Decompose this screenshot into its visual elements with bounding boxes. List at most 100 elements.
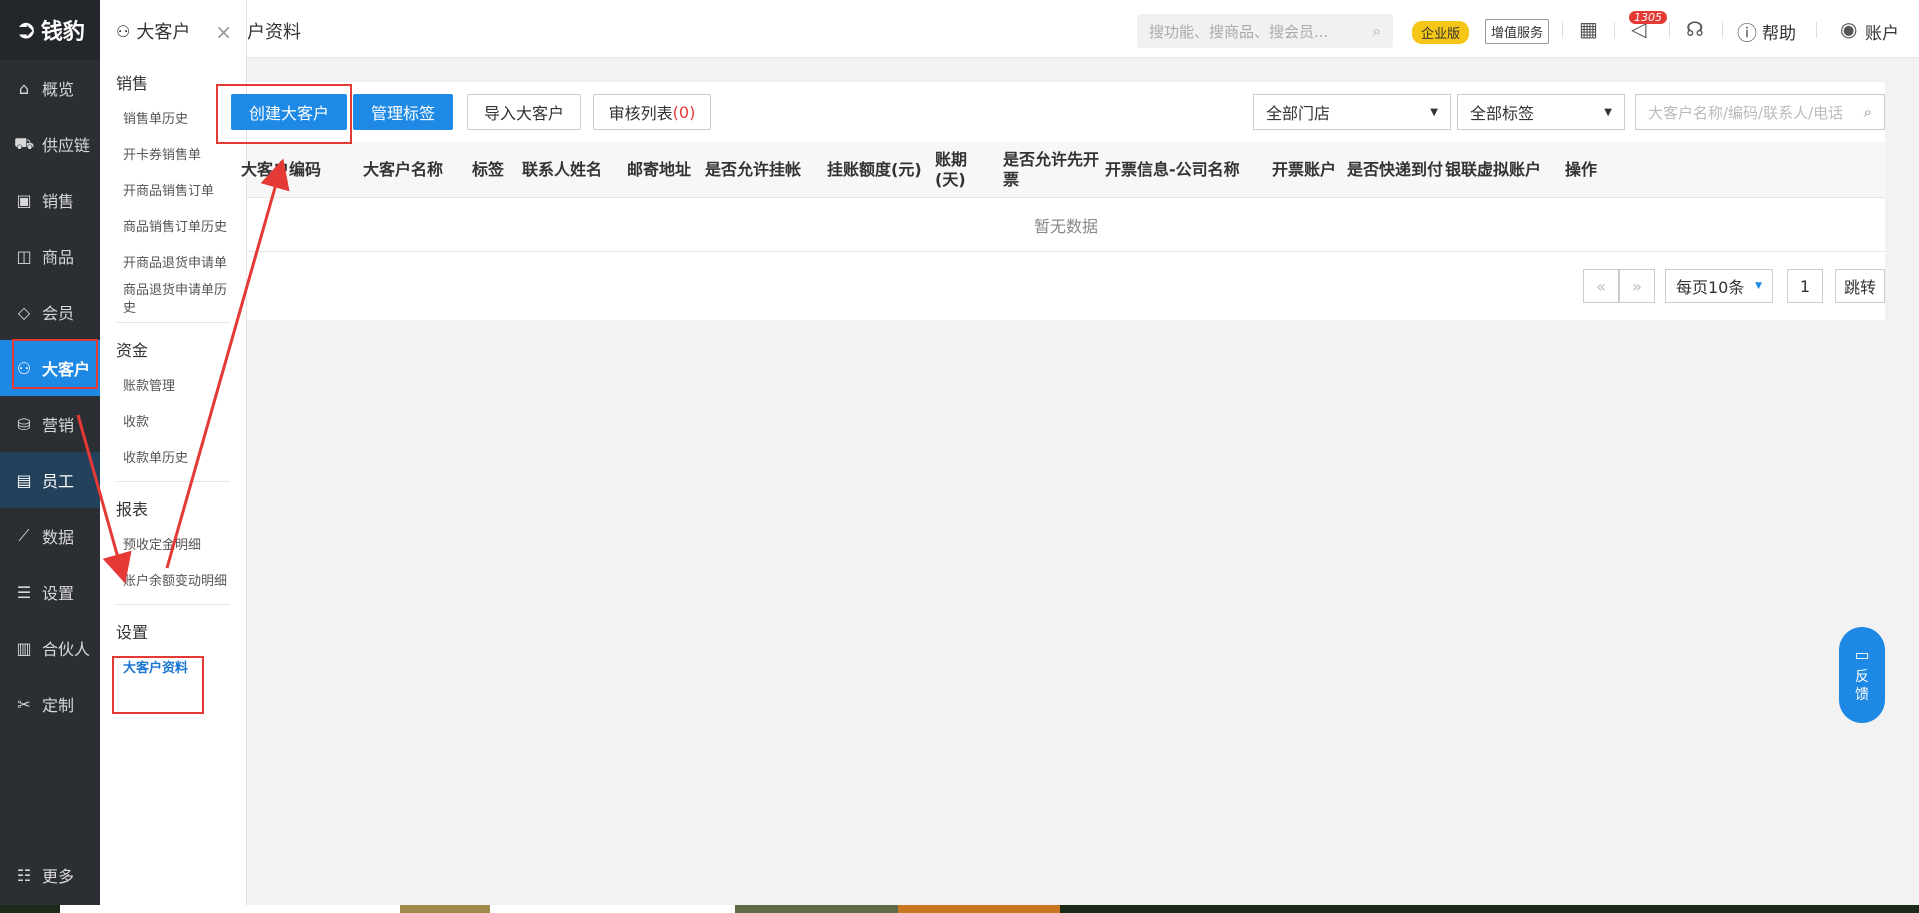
edition-badge[interactable]: 企业版 [1412, 21, 1470, 44]
sidebar-item-4[interactable]: ◇ 会员 [0, 284, 100, 340]
sub-section-title: 销售 [116, 74, 149, 93]
pager-prev[interactable]: « [1583, 269, 1619, 303]
sidebar-item-label: 销售 [42, 192, 75, 211]
divider [1816, 22, 1817, 38]
sidebar-item-8[interactable]: ⟋ 数据 [0, 508, 100, 564]
search-icon[interactable]: ⌕ [1864, 103, 1872, 121]
sidebar-item-label: 设置 [42, 584, 75, 603]
global-search-placeholder: 搜功能、搜商品、搜会员... [1149, 22, 1329, 41]
column-header: 是否允许先开票 [1003, 150, 1100, 189]
sidebar-item-9[interactable]: ☰ 设置 [0, 564, 100, 620]
column-header: 是否快递到付 [1347, 160, 1444, 179]
sidebar-item-label: 商品 [42, 248, 75, 267]
column-header: 开票账户 [1272, 160, 1337, 179]
column-header: 是否允许挂帐 [705, 160, 802, 179]
feedback-button[interactable]: ▭ 反 馈 [1839, 627, 1885, 723]
column-header: 操作 [1565, 160, 1598, 179]
tag-select-value: 全部标签 [1470, 104, 1535, 123]
sub-link[interactable]: 收款单历史 [100, 441, 246, 477]
divider [1722, 22, 1723, 38]
sub-link[interactable]: 大客户资料 [100, 651, 246, 687]
close-icon[interactable]: × [215, 20, 232, 44]
search-icon[interactable]: ⌕ [1373, 22, 1381, 40]
help-link[interactable]: 帮助 [1762, 19, 1796, 44]
divider [1614, 22, 1615, 38]
column-header: 挂账额度(元) [827, 160, 922, 179]
sidebar-item-label: 大客户 [42, 360, 91, 379]
more-icon: ☷ [16, 865, 32, 885]
sidebar-item-3[interactable]: ◫ 商品 [0, 228, 100, 284]
content-card: 创建大客户 管理标签 导入大客户 审核列表 (0) 全部门店 ▼ 全部标签 ▼ 大… [231, 82, 1885, 320]
sidebar-item-label: 会员 [42, 304, 75, 323]
tag-select[interactable]: 全部标签 ▼ [1457, 94, 1625, 130]
truck-icon: ⛟ [14, 133, 35, 153]
sub-panel: ⚇ 大客户 × 销售销售单历史 开卡券销售单 开商品销售订单 商品销售订单历史 开商品退… [100, 0, 247, 905]
feedback-label-2: 馈 [1855, 687, 1869, 703]
review-list-button[interactable]: 审核列表 (0) [593, 94, 711, 130]
box-icon: ◫ [16, 246, 32, 266]
sub-link[interactable]: 销售单历史 [100, 102, 246, 138]
sub-link[interactable]: 账户余额变动明细 [100, 564, 246, 600]
chevron-down-icon: ▼ [1755, 281, 1762, 291]
sub-link[interactable]: 开商品退货申请单 [100, 246, 246, 282]
sidebar-item-11[interactable]: ✂ 定制 [0, 676, 100, 732]
column-header: 账期(天) [935, 150, 968, 189]
sub-section-title: 设置 [116, 623, 149, 642]
taskbar-segment [490, 905, 735, 913]
import-customer-button[interactable]: 导入大客户 [467, 94, 581, 130]
sidebar-item-10[interactable]: ▥ 合伙人 [0, 620, 100, 676]
sidebar-item-label: 员工 [42, 472, 75, 491]
handshake-icon: ⚇ [16, 358, 32, 378]
chat-icon: ▭ [1854, 645, 1870, 664]
taskbar-segment [400, 905, 490, 913]
sidebar-item-6[interactable]: ⛁ 营销 [0, 396, 100, 452]
app-logo[interactable]: ➲ 钱豹 [0, 0, 100, 60]
sub-link[interactable]: 开商品销售订单 [100, 174, 246, 210]
sidebar-item-label: 营销 [42, 416, 75, 435]
jump-button[interactable]: 跳转 [1835, 269, 1885, 303]
customer-search-input[interactable]: 大客户名称/编码/联系人/电话 ⌕ [1635, 94, 1885, 130]
logo-text: 钱豹 [40, 20, 85, 45]
sidebar-item-7[interactable]: ▤ 员工 [0, 452, 100, 508]
clipboard-icon[interactable]: ▦ [1579, 17, 1598, 41]
sidebar-item-2[interactable]: ▣ 销售 [0, 172, 100, 228]
headset-icon[interactable]: ☊ [1686, 17, 1704, 41]
store-select-value: 全部门店 [1266, 104, 1331, 123]
user-icon[interactable]: ◉ [1840, 17, 1857, 41]
pager-next[interactable]: » [1619, 269, 1655, 303]
page-number-input[interactable]: 1 [1787, 269, 1823, 303]
global-search-input[interactable]: 搜功能、搜商品、搜会员... ⌕ [1137, 14, 1393, 48]
chevron-down-icon: ▼ [1430, 106, 1438, 118]
sub-link[interactable]: 账款管理 [100, 369, 246, 405]
logo-mark-icon: ➲ [15, 15, 37, 45]
sub-link[interactable]: 商品销售订单历史 [100, 210, 246, 246]
account-link[interactable]: 账户 [1865, 19, 1899, 44]
sidebar-item-1[interactable]: ⛟ 供应链 [0, 116, 100, 172]
sub-link[interactable]: 收款 [100, 405, 246, 441]
column-header: 联系人姓名 [522, 160, 603, 179]
sidebar-item-label: 概览 [42, 80, 75, 99]
nav-more[interactable]: ☷ 更多 [0, 855, 100, 895]
sidebar-item-label: 供应链 [42, 136, 91, 155]
sub-divider [116, 481, 230, 482]
value-added-button[interactable]: 增值服务 [1485, 19, 1550, 44]
sub-link[interactable]: 开卡券销售单 [100, 138, 246, 174]
sidebar-item-5[interactable]: ⚇ 大客户 [0, 340, 100, 396]
sidebar-item-label: 合伙人 [42, 640, 91, 659]
customer-search-placeholder: 大客户名称/编码/联系人/电话 [1648, 103, 1844, 122]
create-customer-button[interactable]: 创建大客户 [231, 94, 347, 130]
sub-link[interactable]: 预收定金明细 [100, 528, 246, 564]
page-size-select[interactable]: 每页10条 ▼ [1665, 269, 1773, 303]
top-bar: 户资料 搜功能、搜商品、搜会员... ⌕ 企业版 增值服务 ▦ ◁ 1305 ☊… [247, 0, 1919, 58]
megaphone-icon: ⛁ [17, 414, 31, 434]
store-select[interactable]: 全部门店 ▼ [1253, 94, 1451, 130]
column-header: 大客户名称 [363, 160, 444, 179]
help-icon[interactable]: ⓘ [1737, 17, 1757, 46]
os-taskbar [0, 905, 1919, 913]
house-icon: ⌂ [18, 78, 30, 98]
sidebar-item-0[interactable]: ⌂ 概览 [0, 60, 100, 116]
taskbar-segment [898, 905, 1060, 913]
manage-tags-button[interactable]: 管理标签 [353, 94, 453, 130]
sub-link[interactable]: 商品退货申请单历史 [100, 282, 246, 318]
sub-panel-header: ⚇ 大客户 × [100, 0, 246, 62]
